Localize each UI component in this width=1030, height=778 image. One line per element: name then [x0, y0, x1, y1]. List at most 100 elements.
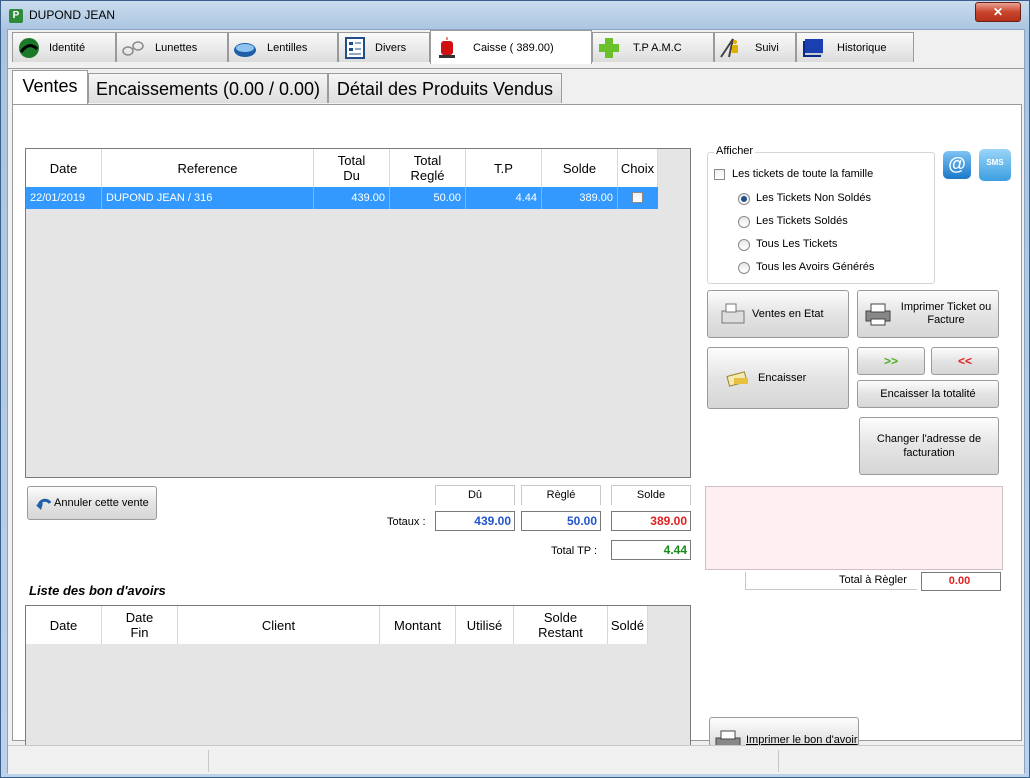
- app-window: P DUPOND JEAN ✕ Identité Lunettes Lentil…: [0, 0, 1030, 778]
- total-tp-label: Total TP :: [551, 545, 598, 557]
- tab-label: Identité: [49, 42, 86, 54]
- radio-label: Tous les Avoirs Générés: [756, 261, 875, 273]
- close-button[interactable]: ✕: [975, 2, 1021, 22]
- identity-icon: [19, 38, 39, 58]
- totals-header-du: Dû: [435, 485, 515, 505]
- sales-grid-header: Date Reference Total Du Total Reglé T.P …: [26, 149, 658, 187]
- ventes-panel: Date Reference Total Du Total Reglé T.P …: [12, 104, 1022, 766]
- cell-total-regle: 50.00: [390, 187, 466, 209]
- totaux-label: Totaux :: [387, 516, 426, 528]
- tab-label: Lentilles: [267, 42, 308, 54]
- col-solde[interactable]: Soldé: [608, 606, 648, 644]
- changer-adresse-button[interactable]: Changer l'adresse de facturation: [859, 417, 999, 475]
- tab-lunettes[interactable]: Lunettes: [116, 32, 228, 62]
- imprimer-ticket-button[interactable]: Imprimer Ticket ou Facture: [857, 290, 999, 338]
- radio-label: Tous Les Tickets: [756, 238, 838, 250]
- cell-choix: [618, 187, 658, 209]
- button-label: Annuler cette vente: [54, 496, 149, 509]
- cell-solde: 389.00: [542, 187, 618, 209]
- col-client[interactable]: Client: [178, 606, 380, 644]
- table-row[interactable]: 22/01/2019 DUPOND JEAN / 316 439.00 50.0…: [26, 187, 658, 209]
- col-montant[interactable]: Montant: [380, 606, 456, 644]
- tab-caisse[interactable]: Caisse ( 389.00): [430, 30, 592, 64]
- tab-tp-amc[interactable]: T.P A.M.C: [592, 32, 714, 62]
- afficher-group: Afficher Les tickets de toute la famille…: [707, 145, 935, 284]
- subtab-encaissements[interactable]: Encaissements (0.00 / 0.00): [88, 73, 328, 103]
- radio-label: Les Tickets Non Soldés: [756, 192, 871, 204]
- col-date[interactable]: Date: [26, 149, 102, 187]
- window-title: DUPOND JEAN: [29, 8, 116, 22]
- info-panel: [705, 486, 1003, 570]
- client-area: Identité Lunettes Lentilles Divers Caiss…: [7, 29, 1025, 774]
- tab-label: Caisse ( 389.00): [473, 42, 554, 54]
- radio-tous-avoirs[interactable]: [738, 262, 750, 274]
- tab-label: Historique: [837, 42, 887, 54]
- printer-icon: [865, 303, 891, 326]
- button-label: Imprimer Ticket ou Facture: [900, 301, 992, 326]
- red-light-icon: [439, 37, 455, 58]
- tab-label: Suivi: [755, 42, 779, 54]
- col-tp[interactable]: T.P: [466, 149, 542, 187]
- tab-suivi[interactable]: Suivi: [714, 32, 796, 62]
- total-a-regler-label: Total à Règler: [839, 574, 907, 586]
- cell-date: 22/01/2019: [26, 187, 102, 209]
- cell-tp: 4.44: [466, 187, 542, 209]
- button-label: Encaisser: [758, 371, 807, 384]
- avoirs-title: Liste des bon d'avoirs: [29, 583, 166, 598]
- tab-identite[interactable]: Identité: [12, 32, 116, 62]
- tab-label: Lunettes: [155, 42, 198, 54]
- col-solde-restant[interactable]: Solde Restant: [514, 606, 608, 644]
- book-icon: [803, 39, 823, 57]
- totals-header-regle: Règlé: [521, 485, 601, 505]
- sms-icon[interactable]: SMS: [979, 149, 1011, 181]
- total-solde-value: 389.00: [611, 511, 691, 531]
- col-total-regle[interactable]: Total Reglé: [390, 149, 466, 187]
- encaisser-button[interactable]: Encaisser: [707, 347, 849, 409]
- avoirs-grid-header: Date Date Fin Client Montant Utilisé Sol…: [26, 606, 648, 644]
- total-tp-value: 4.44: [611, 540, 691, 560]
- status-bar: [8, 745, 1024, 774]
- col-utilise[interactable]: Utilisé: [456, 606, 514, 644]
- tab-lentilles[interactable]: Lentilles: [228, 32, 338, 62]
- radio-tous-tickets[interactable]: [738, 239, 750, 251]
- col-date-fin[interactable]: Date Fin: [102, 606, 178, 644]
- cash-icon: [726, 371, 748, 387]
- radio-label: Les Tickets Soldés: [756, 215, 848, 227]
- tab-historique[interactable]: Historique: [796, 32, 914, 62]
- afficher-title: Afficher: [714, 145, 756, 157]
- annuler-vente-button[interactable]: Annuler cette vente: [27, 486, 157, 520]
- encaisser-totalite-button[interactable]: Encaisser la totalité: [857, 380, 999, 408]
- col-solde[interactable]: Solde: [542, 149, 618, 187]
- col-reference[interactable]: Reference: [102, 149, 314, 187]
- family-checkbox[interactable]: [714, 169, 725, 180]
- status-separator: [208, 750, 209, 772]
- total-a-regler-value: 0.00: [921, 572, 1001, 591]
- sales-grid[interactable]: Date Reference Total Du Total Reglé T.P …: [25, 148, 691, 478]
- radio-non-soldes[interactable]: [738, 193, 750, 205]
- app-logo-icon: P: [9, 9, 23, 23]
- col-date[interactable]: Date: [26, 606, 102, 644]
- radio-soldes[interactable]: [738, 216, 750, 228]
- back-button[interactable]: <<: [931, 347, 999, 375]
- forward-button[interactable]: >>: [857, 347, 925, 375]
- email-icon[interactable]: @: [943, 151, 971, 179]
- subtab-detail-produits[interactable]: Détail des Produits Vendus: [328, 73, 562, 103]
- ventes-en-etat-button[interactable]: Ventes en Etat: [707, 290, 849, 338]
- button-label: Ventes en Etat: [752, 307, 824, 320]
- glasses-icon: [122, 41, 144, 56]
- form-icon: [345, 37, 365, 59]
- col-total-du[interactable]: Total Du: [314, 149, 390, 187]
- tab-divers[interactable]: Divers: [338, 32, 430, 62]
- undo-icon: [36, 498, 52, 510]
- total-du-value: 439.00: [435, 511, 515, 531]
- col-choix[interactable]: Choix: [618, 149, 658, 187]
- cell-total-du: 439.00: [314, 187, 390, 209]
- total-regle-value: 50.00: [521, 511, 601, 531]
- subtab-ventes[interactable]: Ventes: [12, 70, 88, 104]
- register-icon: [721, 303, 745, 324]
- worker-icon: [720, 38, 738, 58]
- avoirs-grid[interactable]: Date Date Fin Client Montant Utilisé Sol…: [25, 605, 691, 766]
- choix-checkbox[interactable]: [632, 192, 643, 203]
- status-separator: [778, 750, 779, 772]
- tab-label: T.P A.M.C: [633, 42, 682, 54]
